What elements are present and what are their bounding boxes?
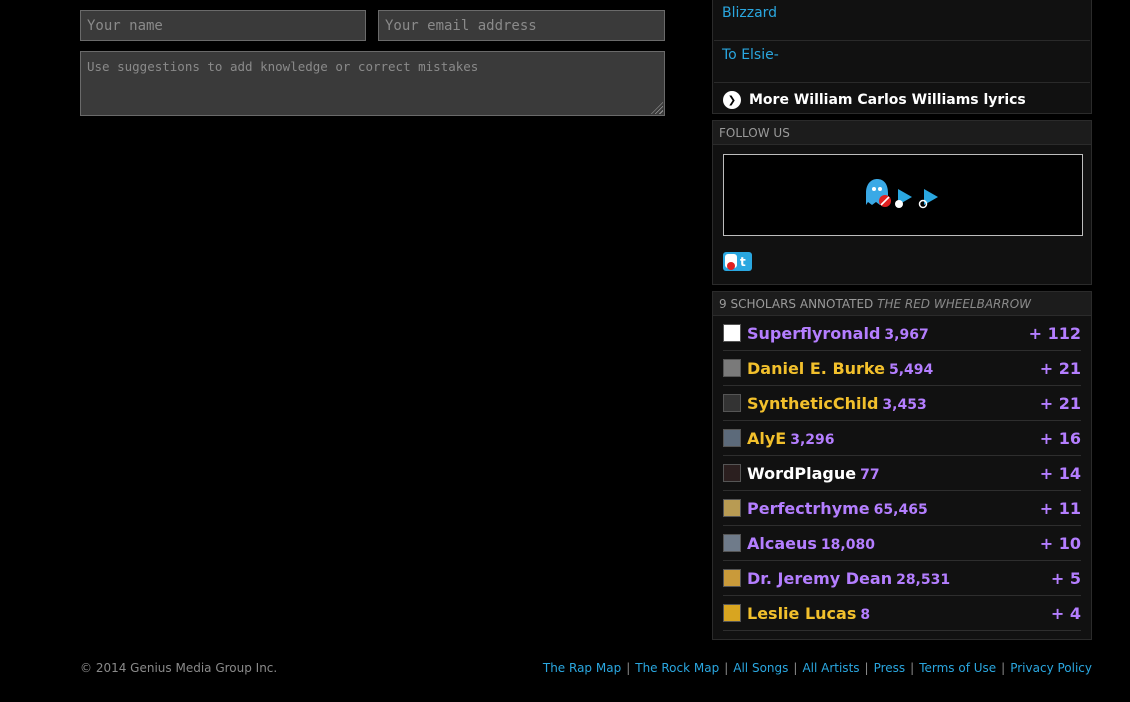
- scholar-row[interactable]: Perfectrhyme 65,465 + 11: [723, 491, 1081, 526]
- avatar[interactable]: [723, 499, 741, 517]
- scholar-iq: 18,080: [820, 536, 875, 553]
- scholars-header: 9 SCHOLARS ANNOTATED THE RED WHEELBARROW: [713, 292, 1091, 316]
- footer-link[interactable]: All Songs: [733, 661, 788, 675]
- ghost-icon: [866, 179, 891, 207]
- scholar-iq: 3,296: [790, 431, 835, 448]
- copyright-text: © 2014 Genius Media Group Inc.: [80, 661, 278, 675]
- scholar-name[interactable]: Leslie Lucas: [747, 604, 856, 623]
- scholar-row[interactable]: AlyE 3,296 + 16: [723, 421, 1081, 456]
- footer-link[interactable]: All Artists: [802, 661, 859, 675]
- email-input[interactable]: [378, 10, 665, 41]
- related-song-link[interactable]: To Elsie-: [714, 41, 1090, 83]
- footer-separator: |: [1001, 661, 1006, 675]
- play-arrow-icon[interactable]: [894, 185, 916, 209]
- scholar-iq: 77: [860, 466, 880, 483]
- chevron-right-icon: ❯: [723, 91, 741, 109]
- follow-us-panel: FOLLOW US t: [712, 120, 1092, 285]
- more-lyrics-link[interactable]: ❯ More William Carlos Williams lyrics: [713, 83, 1091, 117]
- scholar-contribution: + 5: [1050, 568, 1081, 588]
- scholar-row[interactable]: Superflyronald 3,967 + 112: [723, 316, 1081, 351]
- scholar-contribution: + 11: [1039, 498, 1081, 518]
- footer-nav: The Rap Map | The Rock Map | All Songs | All A…: [543, 661, 1092, 675]
- scholar-contribution: + 21: [1039, 393, 1081, 413]
- scholar-row[interactable]: WordPlague 77 + 14: [723, 456, 1081, 491]
- scholar-name[interactable]: Perfectrhyme: [747, 499, 870, 518]
- suggestion-textarea[interactable]: [80, 51, 665, 116]
- scholar-iq: 5,494: [888, 361, 934, 378]
- scholar-iq: 28,531: [896, 571, 951, 588]
- more-lyrics-label: More William Carlos Williams lyrics: [749, 92, 1026, 108]
- scholar-contribution: + 4: [1050, 603, 1081, 623]
- scholar-contribution: + 16: [1039, 428, 1081, 448]
- footer-separator: |: [626, 661, 631, 675]
- scholar-row[interactable]: Daniel E. Burke 5,494 + 21: [723, 351, 1081, 386]
- scholar-name[interactable]: Superflyronald: [747, 324, 880, 343]
- scholar-iq: 8: [860, 606, 871, 623]
- scholar-iq: 3,967: [884, 326, 929, 343]
- scholar-row[interactable]: Alcaeus 18,080 + 10: [723, 526, 1081, 561]
- footer-separator: |: [864, 661, 869, 675]
- footer-separator: |: [910, 661, 915, 675]
- scholar-contribution: + 112: [1028, 323, 1081, 343]
- scholar-iq: 3,453: [882, 396, 927, 413]
- avatar[interactable]: [723, 604, 741, 622]
- scholar-row[interactable]: SyntheticChild 3,453 + 21: [723, 386, 1081, 421]
- footer-link[interactable]: Privacy Policy: [1010, 661, 1092, 675]
- footer-separator: |: [724, 661, 729, 675]
- scholar-name[interactable]: AlyE: [747, 429, 786, 448]
- avatar[interactable]: [723, 534, 741, 552]
- scholar-name[interactable]: SyntheticChild: [747, 394, 878, 413]
- related-song-link[interactable]: Blizzard: [714, 0, 1090, 41]
- follow-widget: [723, 154, 1083, 236]
- svg-text:t: t: [740, 255, 746, 269]
- scholar-name[interactable]: Alcaeus: [747, 534, 817, 553]
- footer-separator: |: [793, 661, 798, 675]
- scholar-contribution: + 14: [1039, 463, 1081, 483]
- scholar-contribution: + 10: [1039, 533, 1081, 553]
- follow-icons: [864, 177, 940, 209]
- related-songs-panel: Blizzard To Elsie- ❯ More William Carlos…: [712, 0, 1092, 114]
- avatar[interactable]: [723, 394, 741, 412]
- avatar[interactable]: [723, 569, 741, 587]
- scholars-panel: 9 SCHOLARS ANNOTATED THE RED WHEELBARROW…: [712, 291, 1092, 640]
- footer-link[interactable]: Press: [874, 661, 906, 675]
- avatar[interactable]: [723, 324, 741, 342]
- footer-link[interactable]: The Rap Map: [543, 661, 621, 675]
- avatar[interactable]: [723, 464, 741, 482]
- scholar-name[interactable]: Dr. Jeremy Dean: [747, 569, 892, 588]
- scholar-iq: 65,465: [873, 501, 928, 518]
- scholar-row[interactable]: Dr. Jeremy Dean 28,531 + 5: [723, 561, 1081, 596]
- scholar-name[interactable]: WordPlague: [747, 464, 856, 483]
- scholar-contribution: + 21: [1039, 358, 1081, 378]
- play-arrow-icon[interactable]: [918, 185, 940, 209]
- footer-link[interactable]: The Rock Map: [635, 661, 719, 675]
- scholars-count-label: 9 SCHOLARS ANNOTATED: [719, 297, 874, 311]
- follow-us-header: FOLLOW US: [713, 121, 1091, 145]
- song-title: THE RED WHEELBARROW: [877, 297, 1032, 311]
- avatar[interactable]: [723, 359, 741, 377]
- twitter-badge-icon[interactable]: t: [723, 252, 753, 272]
- scholar-name[interactable]: Daniel E. Burke: [747, 359, 885, 378]
- scholar-list: Superflyronald 3,967 + 112 Daniel E. Burke 5…: [713, 316, 1091, 631]
- avatar[interactable]: [723, 429, 741, 447]
- name-input[interactable]: [80, 10, 366, 41]
- scholar-row[interactable]: Leslie Lucas 8 + 4: [723, 596, 1081, 631]
- footer-link[interactable]: Terms of Use: [919, 661, 996, 675]
